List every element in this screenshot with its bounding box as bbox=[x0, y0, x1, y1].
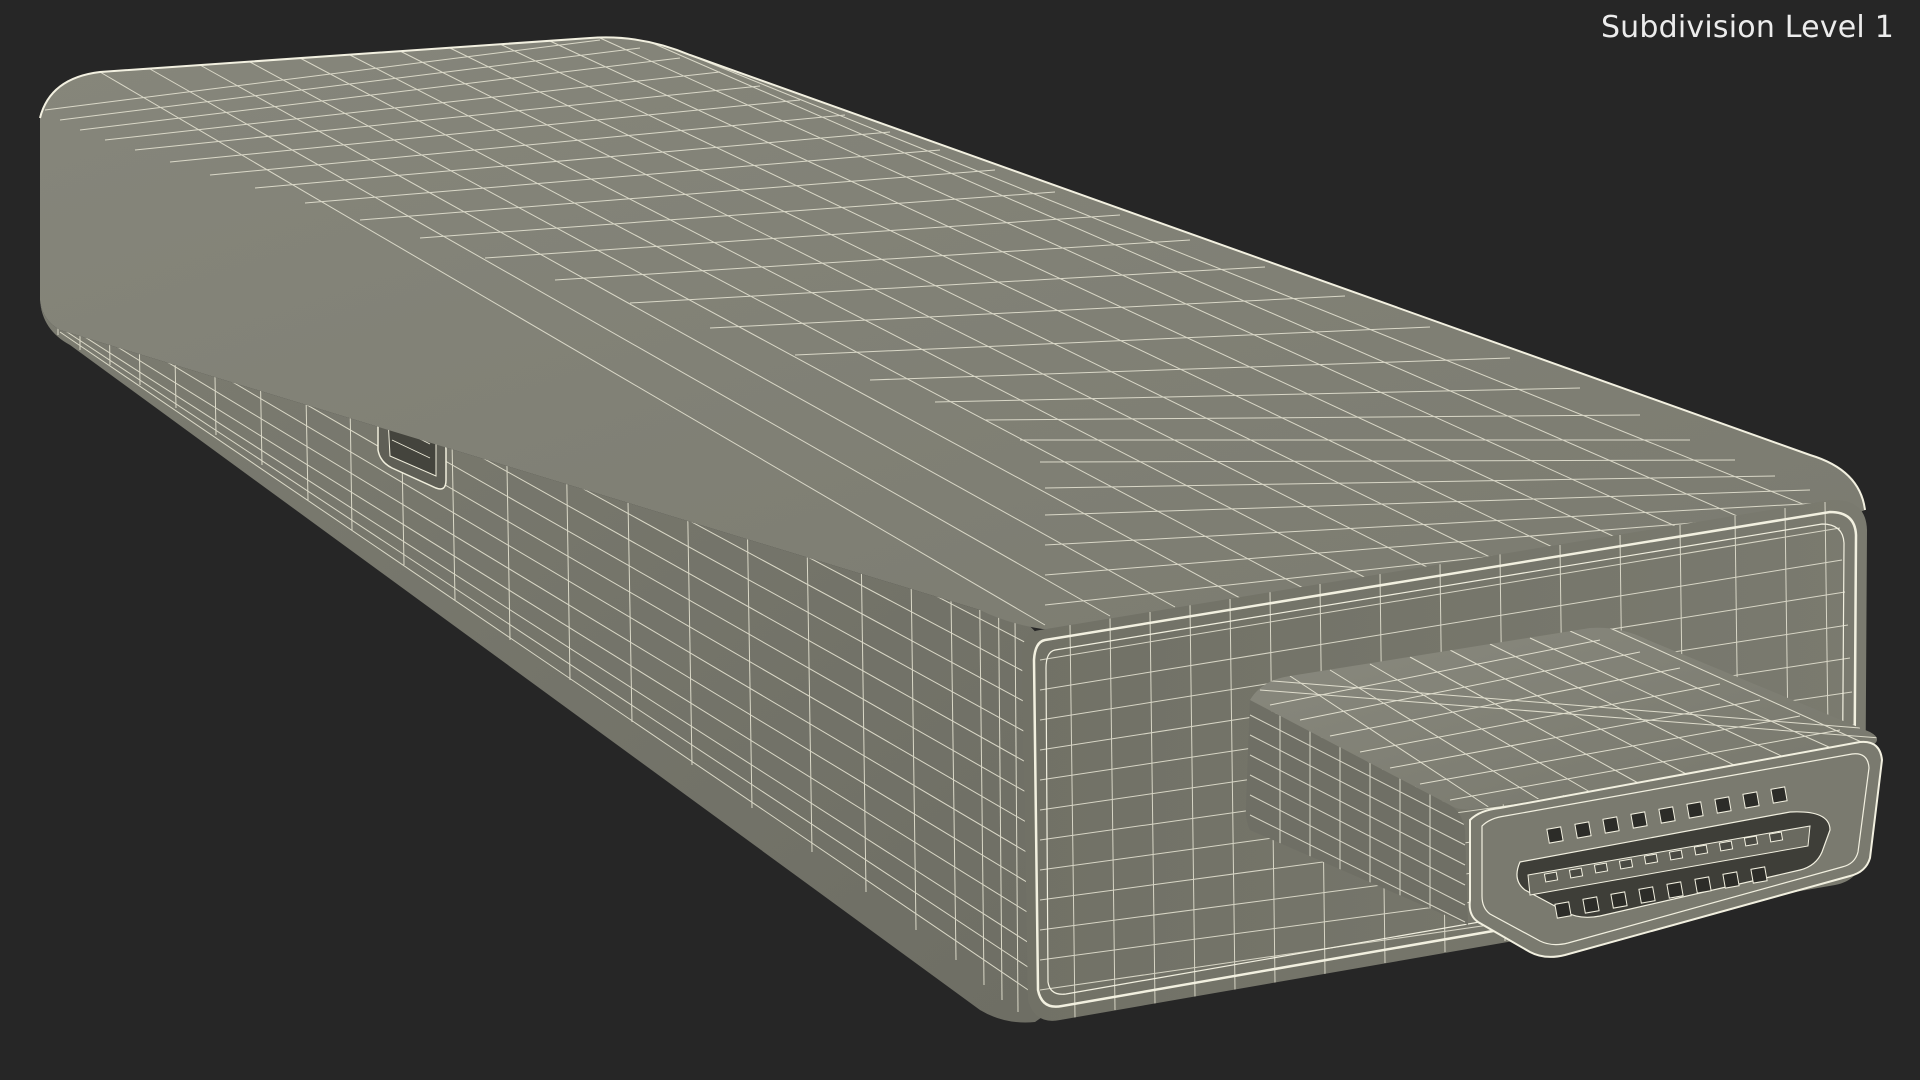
wireframe-model bbox=[39, 36, 1884, 1023]
subdivision-level-label: Subdivision Level 1 bbox=[1600, 10, 1894, 45]
render-viewport: Subdivision Level 1 bbox=[0, 0, 1920, 1080]
